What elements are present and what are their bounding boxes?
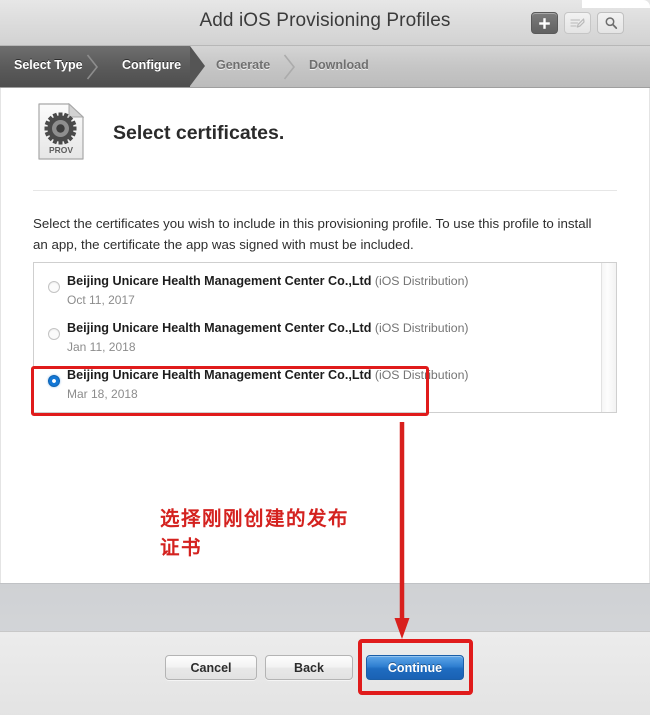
certificate-list-scrollbar[interactable] (601, 263, 616, 412)
section-divider (33, 190, 617, 191)
certificate-kind: (iOS Distribution) (374, 274, 469, 288)
certificate-radio-selected[interactable] (48, 375, 60, 387)
provisioning-profile-window: Add iOS Provisioning Profiles Select Typ… (0, 0, 650, 715)
certificate-radio[interactable] (48, 281, 60, 293)
window-corner (582, 0, 650, 8)
plus-icon (538, 17, 551, 30)
list-item-selected[interactable]: Beijing Unicare Health Management Center… (34, 362, 601, 409)
section-description: Select the certificates you wish to incl… (33, 216, 592, 252)
certificate-list[interactable]: Beijing Unicare Health Management Center… (33, 262, 617, 413)
certificate-date: Oct 11, 2017 (67, 293, 135, 307)
step-progress-arrow (190, 46, 205, 86)
window-footer (0, 583, 650, 715)
step-select-type[interactable]: Select Type (14, 58, 83, 72)
certificate-kind: (iOS Distribution) (374, 368, 469, 382)
provisioning-profile-icon: PROV (38, 102, 85, 160)
certificate-name: Beijing Unicare Health Management Center… (67, 274, 372, 288)
doc-icon-label: PROV (49, 145, 73, 155)
certificate-name: Beijing Unicare Health Management Center… (67, 368, 372, 382)
certificate-name-row: Beijing Unicare Health Management Center… (67, 274, 469, 288)
certificate-kind: (iOS Distribution) (374, 321, 469, 335)
cancel-button[interactable]: Cancel (165, 655, 257, 680)
certificate-name: Beijing Unicare Health Management Center… (67, 321, 372, 335)
certificate-radio[interactable] (48, 328, 60, 340)
list-item[interactable]: Beijing Unicare Health Management Center… (34, 315, 601, 362)
search-icon (604, 16, 618, 30)
step-configure[interactable]: Configure (122, 58, 181, 72)
section-heading: Select certificates. (113, 122, 285, 144)
list-item[interactable]: Beijing Unicare Health Management Center… (34, 268, 601, 315)
add-button[interactable] (531, 12, 558, 34)
wizard-step-bar: Select Type Configure Generate Download (0, 46, 650, 88)
step-chevron-1 (86, 54, 99, 80)
step-download[interactable]: Download (309, 58, 369, 72)
certificate-date: Mar 18, 2018 (67, 387, 138, 401)
step-generate[interactable]: Generate (216, 58, 270, 72)
step-chevron-3 (283, 54, 296, 80)
annotation-text: 选择刚刚创建的发布证书 (160, 508, 350, 559)
certificate-name-row: Beijing Unicare Health Management Center… (67, 368, 469, 382)
certificate-date: Jan 11, 2018 (67, 340, 136, 354)
pencil-icon (570, 17, 585, 30)
certificate-name-row: Beijing Unicare Health Management Center… (67, 321, 469, 335)
window-titlebar: Add iOS Provisioning Profiles (0, 0, 650, 46)
search-button[interactable] (597, 12, 624, 34)
edit-button[interactable] (564, 12, 591, 34)
continue-button[interactable]: Continue (366, 655, 464, 680)
back-button[interactable]: Back (265, 655, 353, 680)
